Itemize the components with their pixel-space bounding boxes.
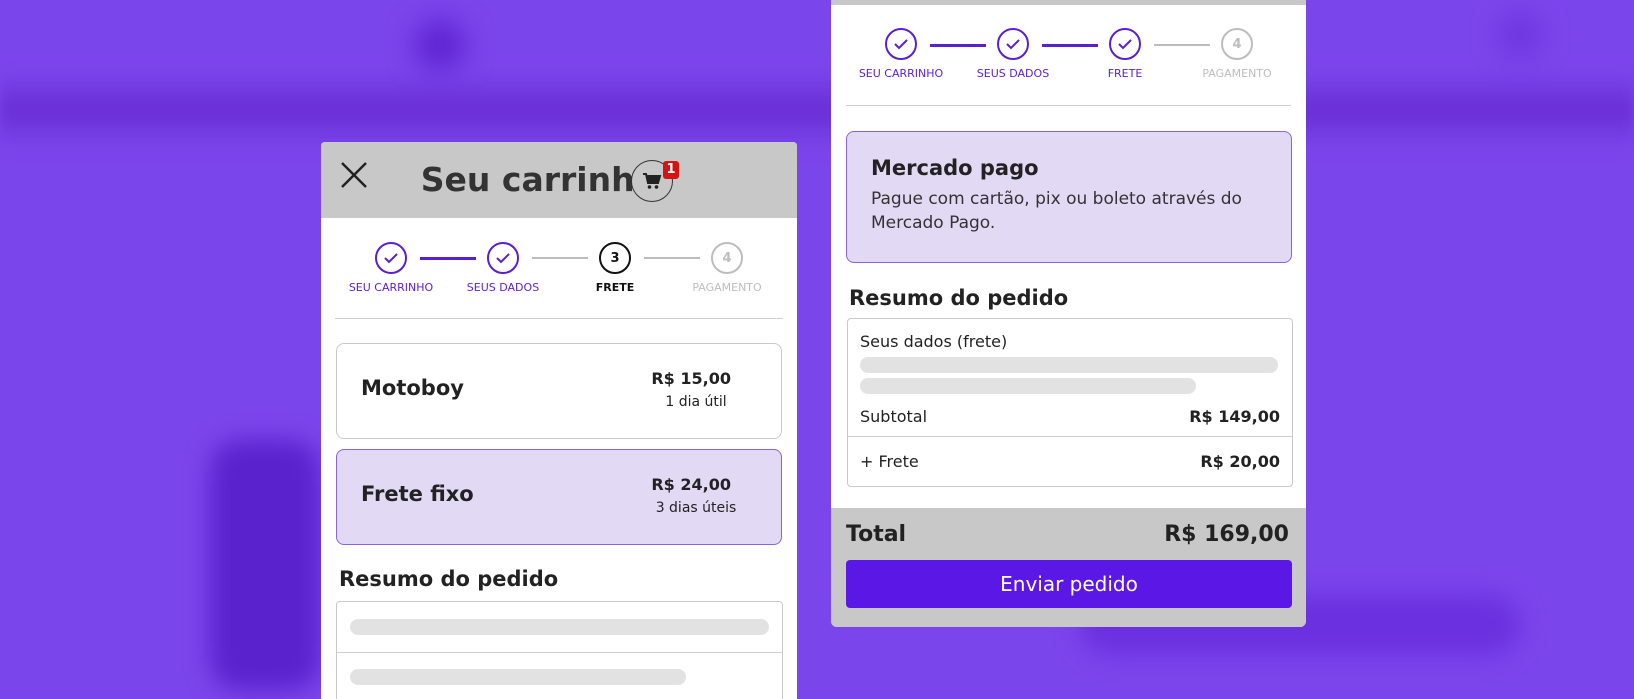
payment-description: Pague com cartão, pix ou boleto através …: [871, 189, 1242, 233]
background-header-band: [0, 70, 1634, 150]
shipping-name: Frete fixo: [361, 482, 474, 506]
step-label: FRETE: [1107, 67, 1143, 80]
cart-count-badge: 1: [663, 161, 679, 179]
loading-placeholder: [860, 357, 1278, 373]
shipping-price: R$ 24,00: [651, 475, 731, 494]
divider: [846, 105, 1291, 106]
summary-subtotal-row: Subtotal R$ 149,00: [860, 407, 1280, 426]
loading-placeholder: [860, 378, 1196, 394]
payment-option-mercado-pago[interactable]: Mercado pago Pague com cartão, pix ou bo…: [846, 131, 1292, 263]
checkout-stepper: SEU CARRINHO SEUS DADOS FRETE 4 PAGAMENT…: [846, 5, 1291, 105]
order-summary-box: Seus dados (frete) Subtotal R$ 149,00 + …: [847, 318, 1293, 487]
check-icon: [375, 242, 407, 274]
check-icon: [1109, 28, 1141, 60]
cart-header: Seu carrinho 1: [321, 142, 797, 218]
loading-placeholder: [350, 669, 686, 685]
step-label: SEU CARRINHO: [348, 281, 434, 294]
subtotal-value: R$ 149,00: [1189, 407, 1280, 426]
order-summary-title: Resumo do pedido: [849, 286, 1069, 310]
background-blurred-card: [210, 440, 320, 690]
checkout-stepper: SEU CARRINHO SEUS DADOS 3 FRETE 4 PAGAME…: [335, 218, 783, 318]
cart-button[interactable]: 1: [631, 160, 679, 202]
step-pagamento[interactable]: 4 PAGAMENTO: [1182, 28, 1292, 80]
shipping-label: + Frete: [860, 452, 919, 471]
shipping-option-motoboy[interactable]: Motoboy R$ 15,00 1 dia útil: [336, 343, 782, 439]
step-number: 4: [1221, 28, 1253, 60]
loading-placeholder: [350, 619, 769, 635]
divider: [848, 436, 1292, 437]
step-label: SEU CARRINHO: [858, 67, 944, 80]
order-summary-box: [336, 601, 783, 699]
step-seus-dados[interactable]: SEUS DADOS: [448, 242, 558, 294]
step-frete[interactable]: 3 FRETE: [560, 242, 670, 294]
step-number: 4: [711, 242, 743, 274]
total-bar: Total R$ 169,00 Enviar pedido: [831, 508, 1306, 627]
check-icon: [487, 242, 519, 274]
shipping-value: R$ 20,00: [1200, 452, 1280, 471]
send-order-button[interactable]: Enviar pedido: [846, 560, 1292, 608]
total-value: R$ 169,00: [1164, 522, 1289, 547]
order-summary-title: Resumo do pedido: [339, 567, 559, 591]
payment-title: Mercado pago: [871, 156, 1039, 180]
shipping-days: 1 dia útil: [665, 394, 727, 410]
summary-data-label: Seus dados (frete): [860, 332, 1008, 351]
step-label: PAGAMENTO: [692, 281, 762, 294]
shipping-option-frete-fixo[interactable]: Frete fixo R$ 24,00 3 dias úteis: [336, 449, 782, 545]
page-title: Seu carrinho: [420, 160, 658, 199]
divider: [337, 652, 782, 653]
step-label: FRETE: [595, 281, 635, 294]
cart-modal: Seu carrinho 1 SEU CARRINHO SEUS DADOS 3…: [321, 142, 797, 699]
checkout-panel: SEU CARRINHO SEUS DADOS FRETE 4 PAGAMENT…: [831, 0, 1306, 627]
step-seus-dados[interactable]: SEUS DADOS: [958, 28, 1068, 80]
total-label: Total: [846, 522, 907, 547]
step-number: 3: [599, 242, 631, 274]
divider: [335, 318, 783, 319]
step-frete[interactable]: FRETE: [1070, 28, 1180, 80]
summary-shipping-row: + Frete R$ 20,00: [860, 452, 1280, 471]
step-seu-carrinho[interactable]: SEU CARRINHO: [336, 242, 446, 294]
step-label: SEUS DADOS: [976, 67, 1050, 80]
step-label: PAGAMENTO: [1202, 67, 1272, 80]
check-icon: [997, 28, 1029, 60]
step-label: SEUS DADOS: [466, 281, 540, 294]
check-icon: [885, 28, 917, 60]
background-blob: [1500, 15, 1540, 55]
shipping-price: R$ 15,00: [651, 369, 731, 388]
step-pagamento[interactable]: 4 PAGAMENTO: [672, 242, 782, 294]
step-seu-carrinho[interactable]: SEU CARRINHO: [846, 28, 956, 80]
shipping-days: 3 dias úteis: [655, 500, 737, 516]
cart-icon: [643, 173, 662, 189]
subtotal-label: Subtotal: [860, 407, 928, 426]
background-blob: [415, 20, 465, 70]
shipping-name: Motoboy: [361, 376, 464, 400]
